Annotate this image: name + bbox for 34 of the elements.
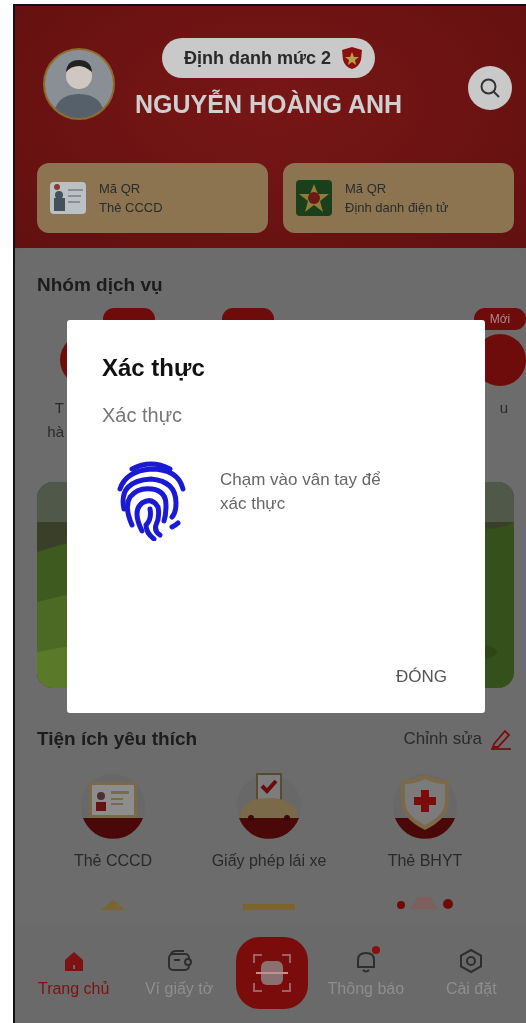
qr-card[interactable]: Mã QR Thẻ CCCD [37,163,268,233]
search-icon [479,77,501,99]
dialog-title: Xác thực [102,354,206,382]
service-label: T [54,398,64,418]
section-title: Tiện ích yêu thích [37,728,199,750]
shield-icon [341,46,364,70]
pencil-icon [490,728,512,750]
id-card-icon [49,179,87,217]
emblem-icon [295,179,333,217]
settings-icon [458,948,485,974]
scan-icon [252,953,293,993]
favorite-item[interactable]: Thẻ CCCD [35,772,191,870]
wallet-icon [166,948,193,974]
dialog-subtitle: Xác thực [102,404,184,427]
nav-tab[interactable]: Trang chủ [25,948,122,998]
section-title: Nhóm dịch vụ [37,273,164,296]
edit-link[interactable]: Chỉnh sửa [403,729,482,749]
close-button[interactable]: ĐÓNG [392,663,451,691]
qr-card-subtitle: Định danh điện tử [345,200,449,215]
favorite-item[interactable]: Thẻ BHYT [347,772,503,870]
user-name: NGUYỄN HOÀNG ANH [135,90,403,119]
dialog-message: Chạm vào vân tay để xác thực [220,469,382,515]
qr-card-title: Mã QR [345,181,388,196]
fingerprint-icon [116,459,186,541]
qr-card-title: Mã QR [99,181,142,196]
qr-card[interactable]: Mã QR Định danh điện tử [283,163,514,233]
scan-button[interactable] [236,937,309,1009]
service-label: hà [47,422,64,442]
qr-card-subtitle: Thẻ CCCD [99,200,163,215]
service-label: u [499,398,508,418]
search-button[interactable] [468,66,512,110]
new-badge: Mới [474,308,526,330]
favorite-item[interactable]: Giấy phép lái xe [191,772,347,870]
level-badge: Định danh mức 2 [162,38,376,78]
